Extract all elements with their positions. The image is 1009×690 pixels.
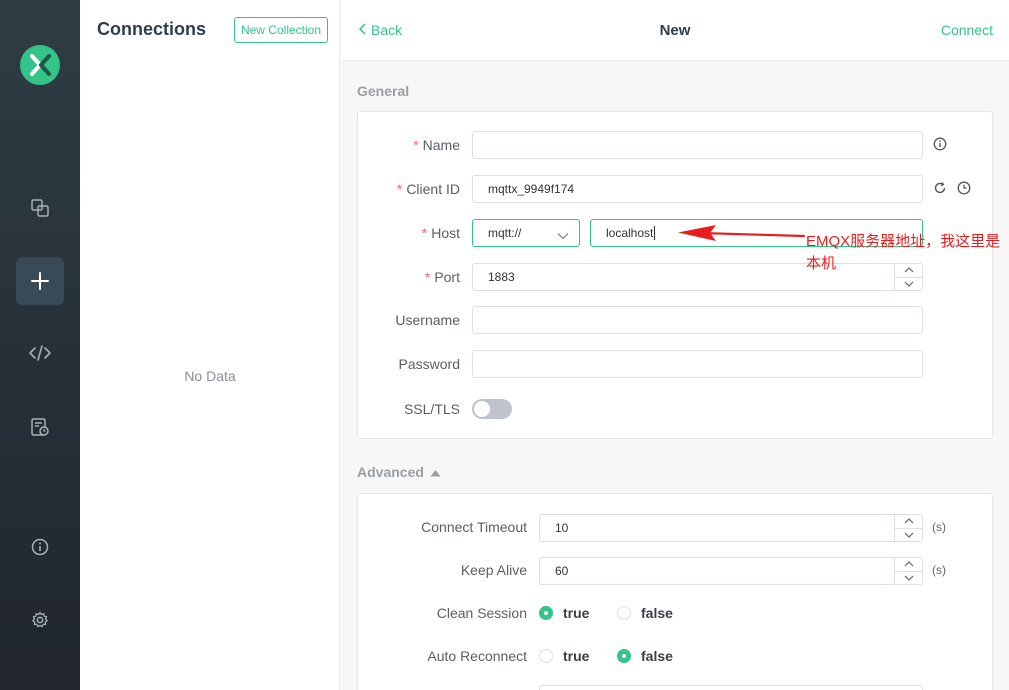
back-label: Back <box>371 22 403 38</box>
name-input[interactable] <box>472 131 923 159</box>
keep-alive-stepper <box>894 558 922 584</box>
client-id-input[interactable]: mqttx_9949f174 <box>472 175 923 203</box>
mqttx-logo-icon <box>20 45 60 85</box>
connections-panel: Connections New Collection No Data <box>80 0 340 690</box>
protocol-value: mqtt:// <box>488 226 522 240</box>
connect-timeout-input[interactable]: 10 <box>539 514 923 542</box>
required-mark: * <box>396 181 403 197</box>
radio-checked-icon <box>539 606 553 620</box>
annotation-text: EMQX服务器地址，我这里是本机 <box>806 233 1001 272</box>
host-value: localhost <box>606 226 654 240</box>
radio-label: false <box>641 605 673 621</box>
port-label: * Port <box>358 269 460 285</box>
decrement-button[interactable] <box>895 529 922 542</box>
new-connection-nav-button[interactable] <box>16 257 64 305</box>
nav-rail <box>0 0 80 690</box>
radio-label: true <box>563 648 590 664</box>
page-title: New <box>659 22 691 39</box>
client-id-label: * Client ID <box>358 181 460 197</box>
back-button[interactable]: Back <box>358 22 403 38</box>
advanced-card: Connect Timeout 10 (s) Keep Alive 60 (s)… <box>357 493 993 690</box>
empty-state-text: No Data <box>184 368 236 384</box>
increment-button[interactable] <box>895 558 922 572</box>
general-card: * Name * Client ID mqttx_9949f174 * Host mq… <box>357 111 993 439</box>
username-label: Username <box>395 312 460 328</box>
connections-title: Connections <box>97 19 207 39</box>
info-icon[interactable] <box>933 137 947 154</box>
auto-reconnect-false-radio[interactable]: false <box>617 648 673 664</box>
auto-reconnect-label: Auto Reconnect <box>427 648 527 664</box>
password-label: Password <box>398 356 460 372</box>
connections-icon <box>30 198 50 218</box>
ssl-tls-toggle[interactable] <box>472 399 512 419</box>
password-input[interactable] <box>472 350 923 378</box>
radio-label: false <box>641 648 673 664</box>
host-label: * Host <box>358 225 460 241</box>
gear-icon <box>31 611 49 629</box>
connect-timeout-unit: (s) <box>932 520 946 534</box>
name-label: * Name <box>358 137 460 153</box>
username-input[interactable] <box>472 306 923 334</box>
radio-unchecked-icon <box>617 606 631 620</box>
name-label-text: Name <box>422 137 460 153</box>
new-collection-button[interactable]: New Collection <box>234 17 328 43</box>
clean-session-label: Clean Session <box>436 605 527 621</box>
required-mark: * <box>413 137 419 153</box>
general-section-title: General <box>357 83 410 99</box>
keep-alive-unit: (s) <box>932 563 946 577</box>
keep-alive-label: Keep Alive <box>460 562 527 578</box>
code-icon <box>28 343 52 363</box>
advanced-section-title: Advanced <box>357 464 424 480</box>
radio-checked-icon <box>617 649 631 663</box>
clock-icon[interactable] <box>957 181 971 198</box>
refresh-icon[interactable] <box>933 181 947 198</box>
connect-button[interactable]: Connect <box>941 22 993 38</box>
chevron-left-icon <box>358 22 367 38</box>
ssl-tls-label: SSL/TLS <box>403 401 460 417</box>
radio-unchecked-icon <box>539 649 553 663</box>
required-mark: * <box>421 225 428 241</box>
radio-label: true <box>563 605 590 621</box>
increment-button[interactable] <box>895 515 922 529</box>
port-value: 1883 <box>488 270 515 284</box>
connect-timeout-label: Connect Timeout <box>421 519 527 535</box>
protocol-select[interactable]: mqtt:// <box>472 219 580 247</box>
new-connection-form: Back New Connect General * Name * Client I… <box>341 0 1009 690</box>
connect-timeout-value: 10 <box>555 521 569 535</box>
client-id-label-text: Client ID <box>406 181 460 197</box>
plus-icon <box>30 271 50 291</box>
keep-alive-value: 60 <box>555 564 569 578</box>
decrement-button[interactable] <box>895 278 922 291</box>
required-mark: * <box>424 269 431 285</box>
log-icon <box>30 417 50 437</box>
next-field-input[interactable] <box>539 685 923 690</box>
decrement-button[interactable] <box>895 572 922 585</box>
form-topbar: Back New Connect <box>341 0 1009 61</box>
chevron-down-icon <box>557 229 569 243</box>
auto-reconnect-true-radio[interactable]: true <box>539 648 589 664</box>
general-section-label: General <box>357 83 409 99</box>
caret-up-icon <box>430 464 441 480</box>
advanced-section-toggle[interactable]: Advanced <box>357 464 441 480</box>
about-nav-button[interactable] <box>16 523 64 571</box>
connections-nav-button[interactable] <box>16 184 64 232</box>
info-icon <box>31 538 49 556</box>
annotation-arrow-icon <box>678 225 806 241</box>
connect-timeout-stepper <box>894 515 922 541</box>
text-cursor <box>654 226 656 240</box>
script-nav-button[interactable] <box>16 329 64 377</box>
clean-session-false-radio[interactable]: false <box>617 605 673 621</box>
clean-session-true-radio[interactable]: true <box>539 605 589 621</box>
keep-alive-input[interactable]: 60 <box>539 557 923 585</box>
host-label-text: Host <box>431 225 460 241</box>
settings-nav-button[interactable] <box>16 596 64 644</box>
log-nav-button[interactable] <box>16 403 64 451</box>
port-label-text: Port <box>434 269 460 285</box>
